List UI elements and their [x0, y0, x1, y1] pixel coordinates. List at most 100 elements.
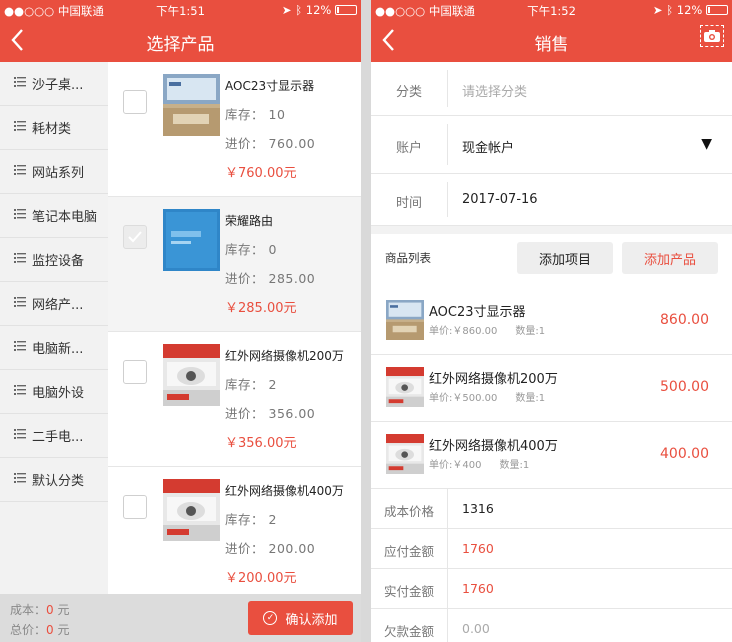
stock-value: 2: [268, 377, 277, 392]
sale-item[interactable]: AOC23寸显示器 单价:￥860.00 数量:1 860.00: [371, 288, 732, 355]
account-row[interactable]: 账户 现金帐户 ▼: [371, 116, 732, 174]
list-icon: [14, 252, 26, 267]
sale-item[interactable]: 红外网络摄像机400万 单价:￥400 数量:1 400.00: [371, 422, 732, 489]
product-checkbox[interactable]: [123, 225, 147, 249]
dropdown-arrow-icon[interactable]: ▼: [701, 136, 712, 152]
cost-label: 进价：: [225, 406, 265, 421]
sale-quantity: 数量:1: [499, 460, 530, 471]
category-item[interactable]: 监控设备: [0, 238, 108, 282]
account-select[interactable]: 现金帐户: [462, 137, 514, 156]
stock-label: 库存：: [225, 242, 265, 257]
product-checkbox[interactable]: [123, 495, 147, 519]
divider: [447, 569, 448, 608]
sale-amount: 400.00: [660, 446, 709, 462]
category-item[interactable]: 默认分类: [0, 458, 108, 502]
date-row[interactable]: 时间 2017-07-16: [371, 174, 732, 226]
summary-row[interactable]: 实付金额 1760: [371, 569, 732, 609]
list-icon: [14, 164, 26, 179]
cost-label: 成本：: [10, 603, 47, 617]
summary-label: 欠款金额: [383, 624, 434, 639]
date-label: 时间: [395, 196, 422, 211]
sale-details: 单价:￥400 数量:1: [429, 456, 529, 471]
product-checkbox[interactable]: [123, 360, 147, 384]
divider: [447, 70, 448, 107]
category-item[interactable]: 网络产...: [0, 282, 108, 326]
summary-row: 成本价格 1316: [371, 489, 732, 529]
date-field[interactable]: 2017-07-16: [462, 192, 538, 207]
confirm-add-button[interactable]: ✓ 确认添加: [248, 601, 353, 635]
list-icon: [14, 472, 26, 487]
sale-quantity: 数量:1: [515, 393, 546, 404]
category-item[interactable]: 沙子桌...: [0, 62, 108, 106]
bluetooth-icon: ᛒ: [666, 3, 674, 17]
product-cost: 进价： 356.00: [225, 403, 315, 422]
product-thumbnail: [163, 479, 220, 541]
category-label: 监控设备: [32, 254, 85, 269]
sale-unit-price: 单价:￥500.00: [429, 393, 498, 404]
sale-item[interactable]: 红外网络摄像机200万 单价:￥500.00 数量:1 500.00: [371, 355, 732, 422]
divider: [447, 124, 448, 165]
category-label: 网站系列: [32, 166, 85, 181]
bottom-bar: 成本：0 元 总价：0 元 ✓ 确认添加: [0, 594, 361, 642]
sale-product-name: 红外网络摄像机400万: [429, 439, 558, 454]
product-thumbnail: [163, 344, 220, 406]
category-label: 沙子桌...: [32, 78, 84, 93]
stock-label: 库存：: [225, 512, 265, 527]
product-name: 红外网络摄像机400万: [225, 484, 344, 498]
product-stock: 库存： 0: [225, 239, 277, 258]
add-item-button[interactable]: 添加项目: [517, 242, 613, 274]
product-cost: 进价： 760.00: [225, 133, 315, 152]
cost-summary: 成本：0 元: [10, 601, 70, 618]
sale-details: 单价:￥860.00 数量:1: [429, 322, 545, 337]
summary-value[interactable]: 0.00: [462, 621, 490, 636]
camera-button[interactable]: [700, 25, 724, 47]
product-item[interactable]: AOC23寸显示器 库存： 10 进价： 760.00 ￥760.00元: [108, 62, 361, 197]
camera-icon: [704, 30, 720, 42]
category-row[interactable]: 分类 请选择分类: [371, 62, 732, 116]
product-thumbnail: [163, 74, 220, 136]
total-value: 0: [46, 623, 54, 637]
summary-value[interactable]: 1760: [462, 581, 494, 596]
summary-value: 1760: [462, 541, 494, 556]
category-label: 分类: [395, 85, 422, 100]
category-item[interactable]: 耗材类: [0, 106, 108, 150]
add-product-button[interactable]: 添加产品: [622, 242, 718, 274]
category-label: 笔记本电脑: [32, 210, 98, 225]
product-list-label: 商品列表: [385, 251, 431, 265]
category-item[interactable]: 笔记本电脑: [0, 194, 108, 238]
category-label: 电脑外设: [32, 386, 85, 401]
summary-label: 成本价格: [383, 504, 434, 519]
summary-value: 1316: [462, 501, 494, 516]
product-checkbox[interactable]: [123, 90, 147, 114]
category-item[interactable]: 二手电...: [0, 414, 108, 458]
divider: [447, 182, 448, 217]
product-item[interactable]: 荣耀路由 库存： 0 进价： 285.00 ￥285.00元: [108, 197, 361, 332]
nav-bar: 销售: [371, 20, 732, 62]
cost-label: 进价：: [225, 136, 265, 151]
check-circle-icon: ✓: [263, 611, 278, 625]
cost-value: 285.00: [268, 271, 316, 286]
summary-label: 应付金额: [383, 544, 434, 559]
sale-product-name: AOC23寸显示器: [429, 305, 526, 320]
sale-product-name: 红外网络摄像机200万: [429, 372, 558, 387]
product-price: ￥356.00元: [225, 436, 297, 451]
cost-value: 760.00: [268, 136, 316, 151]
product-thumbnail: [386, 367, 424, 407]
location-icon: ➤: [652, 3, 663, 17]
product-cost: 进价： 200.00: [225, 538, 315, 557]
category-item[interactable]: 电脑外设: [0, 370, 108, 414]
battery-percent: 12%: [305, 3, 332, 17]
category-item[interactable]: 网站系列: [0, 150, 108, 194]
stock-label: 库存：: [225, 377, 265, 392]
stock-value: 10: [268, 107, 286, 122]
sale-amount: 860.00: [660, 312, 709, 328]
product-thumbnail: [386, 300, 424, 340]
product-list: AOC23寸显示器 库存： 10 进价： 760.00 ￥760.00元 荣耀路…: [108, 62, 361, 594]
category-item[interactable]: 电脑新...: [0, 326, 108, 370]
category-select[interactable]: 请选择分类: [462, 81, 527, 100]
select-product-screen: ●●○○○ 中国联通 下午1:51 ➤ ᛒ 12% 选择产品 沙子桌... 耗材类…: [0, 0, 361, 642]
product-item[interactable]: 红外网络摄像机400万 库存： 2 进价： 200.00 ￥200.00元: [108, 467, 361, 594]
sale-amount: 500.00: [660, 379, 709, 395]
product-item[interactable]: 红外网络摄像机200万 库存： 2 进价： 356.00 ￥356.00元: [108, 332, 361, 467]
status-bar: ●●○○○ 中国联通 下午1:52 ➤ ᛒ 12%: [371, 0, 732, 20]
